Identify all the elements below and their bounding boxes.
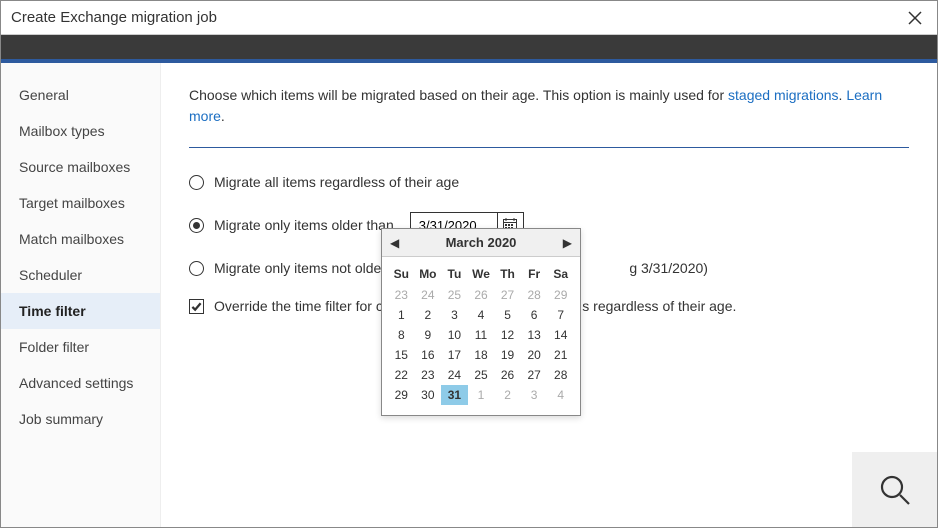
sidebar-item[interactable]: General <box>1 77 160 113</box>
calendar-day[interactable]: 24 <box>441 365 468 385</box>
radio-older-than[interactable] <box>189 218 204 233</box>
calendar-day[interactable]: 8 <box>388 325 415 345</box>
calendar-day[interactable]: 29 <box>547 285 574 305</box>
radio-migrate-all[interactable] <box>189 175 204 190</box>
option-migrate-all[interactable]: Migrate all items regardless of their ag… <box>189 174 909 190</box>
sidebar-item[interactable]: Job summary <box>1 401 160 437</box>
search-button[interactable] <box>852 452 937 527</box>
date-picker-popup: ◀ March 2020 ▶ SuMoTuWeThFrSa23242526272… <box>381 228 581 416</box>
sidebar-item[interactable]: Time filter <box>1 293 160 329</box>
calendar-day[interactable]: 18 <box>468 345 495 365</box>
calendar-day[interactable]: 6 <box>521 305 548 325</box>
calendar-day[interactable]: 25 <box>441 285 468 305</box>
check-icon <box>191 301 202 312</box>
calendar-day-header: We <box>468 263 495 285</box>
radio-not-older-than[interactable] <box>189 261 204 276</box>
calendar-day[interactable]: 26 <box>468 285 495 305</box>
calendar-next[interactable]: ▶ <box>563 236 572 250</box>
calendar-day[interactable]: 23 <box>415 365 442 385</box>
calendar-day-header: Su <box>388 263 415 285</box>
sidebar-item[interactable]: Match mailboxes <box>1 221 160 257</box>
calendar-day[interactable]: 24 <box>415 285 442 305</box>
calendar-day-header: Th <box>494 263 521 285</box>
option-label: Migrate all items regardless of their ag… <box>214 174 459 190</box>
calendar-day[interactable]: 1 <box>468 385 495 405</box>
calendar-day[interactable]: 17 <box>441 345 468 365</box>
calendar-title: March 2020 <box>446 235 517 250</box>
dialog-window: Create Exchange migration job GeneralMai… <box>0 0 938 528</box>
titlebar: Create Exchange migration job <box>1 1 937 35</box>
calendar-day[interactable]: 2 <box>494 385 521 405</box>
option-label-post: s regardless of their age. <box>582 298 736 314</box>
calendar-day[interactable]: 27 <box>494 285 521 305</box>
intro-text: Choose which items will be migrated base… <box>189 85 909 127</box>
calendar-day[interactable]: 3 <box>521 385 548 405</box>
calendar-day[interactable]: 4 <box>547 385 574 405</box>
calendar-day[interactable]: 16 <box>415 345 442 365</box>
content-pane: Choose which items will be migrated base… <box>161 63 937 527</box>
header-dark-bar <box>1 35 937 59</box>
calendar-day[interactable]: 4 <box>468 305 495 325</box>
calendar-day[interactable]: 28 <box>521 285 548 305</box>
calendar-day[interactable]: 2 <box>415 305 442 325</box>
calendar-day[interactable]: 31 <box>441 385 468 405</box>
calendar-day-header: Sa <box>547 263 574 285</box>
calendar-day-header: Tu <box>441 263 468 285</box>
sidebar-item[interactable]: Folder filter <box>1 329 160 365</box>
staged-migrations-link[interactable]: staged migrations <box>728 87 839 103</box>
calendar-day[interactable]: 27 <box>521 365 548 385</box>
calendar-day[interactable]: 1 <box>388 305 415 325</box>
calendar-day[interactable]: 23 <box>388 285 415 305</box>
calendar-day-header: Mo <box>415 263 442 285</box>
option-label-pre: Override the time filter for cont <box>214 298 402 314</box>
sidebar-item[interactable]: Scheduler <box>1 257 160 293</box>
close-button[interactable] <box>903 6 927 30</box>
calendar-day[interactable]: 11 <box>468 325 495 345</box>
calendar-day[interactable]: 5 <box>494 305 521 325</box>
calendar-day[interactable]: 12 <box>494 325 521 345</box>
calendar-header: ◀ March 2020 ▶ <box>382 229 580 257</box>
option-label-post: g 3/31/2020) <box>629 260 708 276</box>
dialog-body: GeneralMailbox typesSource mailboxesTarg… <box>1 63 937 527</box>
calendar-day[interactable]: 26 <box>494 365 521 385</box>
sidebar-item[interactable]: Target mailboxes <box>1 185 160 221</box>
calendar-day[interactable]: 10 <box>441 325 468 345</box>
calendar-day[interactable]: 15 <box>388 345 415 365</box>
intro-text-part: Choose which items will be migrated base… <box>189 87 728 103</box>
calendar-day[interactable]: 28 <box>547 365 574 385</box>
calendar-day-header: Fr <box>521 263 548 285</box>
calendar-day[interactable]: 29 <box>388 385 415 405</box>
divider <box>189 147 909 148</box>
calendar-day[interactable]: 14 <box>547 325 574 345</box>
calendar-prev[interactable]: ◀ <box>390 236 399 250</box>
calendar-day[interactable]: 3 <box>441 305 468 325</box>
calendar-day[interactable]: 25 <box>468 365 495 385</box>
calendar-day[interactable]: 9 <box>415 325 442 345</box>
wizard-sidebar: GeneralMailbox typesSource mailboxesTarg… <box>1 63 161 527</box>
calendar-day[interactable]: 7 <box>547 305 574 325</box>
sidebar-item[interactable]: Source mailboxes <box>1 149 160 185</box>
close-icon <box>908 11 922 25</box>
dialog-title: Create Exchange migration job <box>11 9 217 26</box>
calendar-grid: SuMoTuWeThFrSa23242526272829123456789101… <box>382 257 580 415</box>
calendar-day[interactable]: 30 <box>415 385 442 405</box>
checkbox-override[interactable] <box>189 299 204 314</box>
sidebar-item[interactable]: Mailbox types <box>1 113 160 149</box>
calendar-day[interactable]: 19 <box>494 345 521 365</box>
calendar-day[interactable]: 22 <box>388 365 415 385</box>
calendar-day[interactable]: 20 <box>521 345 548 365</box>
calendar-day[interactable]: 13 <box>521 325 548 345</box>
sidebar-item[interactable]: Advanced settings <box>1 365 160 401</box>
intro-end: . <box>221 108 225 124</box>
calendar-day[interactable]: 21 <box>547 345 574 365</box>
option-label: Migrate only items older than <box>214 217 394 233</box>
search-icon <box>878 473 912 507</box>
